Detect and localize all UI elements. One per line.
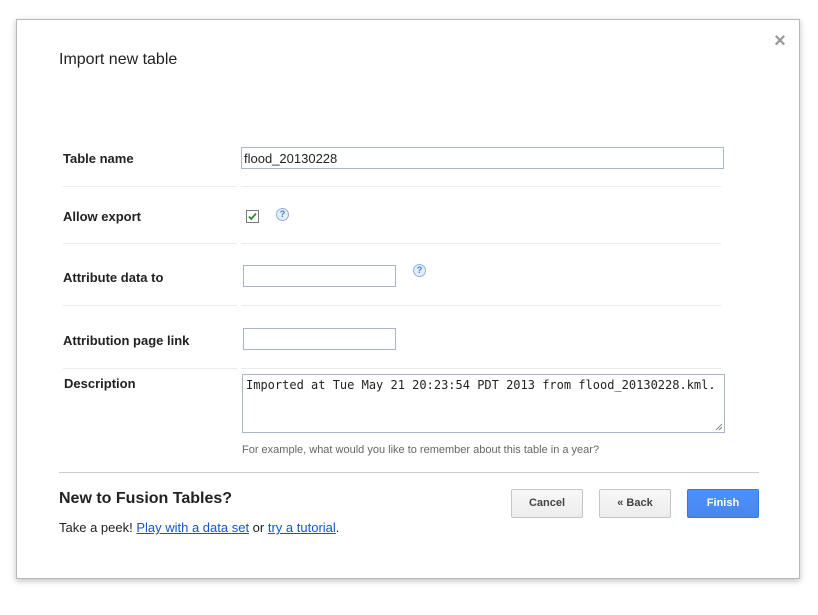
row-divider xyxy=(241,186,721,187)
description-label: Description xyxy=(64,376,136,391)
footer-title: New to Fusion Tables? xyxy=(59,490,233,507)
table-name-label: Table name xyxy=(63,151,134,166)
attribute-data-to-label: Attribute data to xyxy=(63,270,164,285)
row-divider xyxy=(63,305,237,306)
cancel-button[interactable]: Cancel xyxy=(511,489,583,518)
row-divider xyxy=(241,305,721,306)
help-icon[interactable]: ? xyxy=(276,208,289,221)
description-hint: For example, what would you like to reme… xyxy=(242,444,600,456)
attribute-data-to-input[interactable] xyxy=(243,265,396,287)
resize-grip-icon[interactable] xyxy=(715,423,723,431)
allow-export-label: Allow export xyxy=(63,209,142,224)
footer-text-suffix: . xyxy=(335,520,340,535)
row-divider xyxy=(63,186,237,187)
attribution-page-link-input[interactable] xyxy=(243,328,396,350)
footer-text-or: or xyxy=(249,520,268,535)
attribution-page-link-label: Attribution page link xyxy=(63,333,190,348)
row-divider xyxy=(241,243,721,244)
row-divider xyxy=(241,368,721,369)
row-divider xyxy=(63,368,237,369)
finish-button[interactable]: Finish xyxy=(687,489,759,518)
checkmark-icon xyxy=(248,212,257,221)
row-divider xyxy=(63,243,237,244)
footer-divider xyxy=(59,472,759,473)
try-a-tutorial-link[interactable]: try a tutorial xyxy=(268,520,336,535)
allow-export-checkbox[interactable] xyxy=(246,210,259,223)
description-textarea[interactable]: Imported at Tue May 21 20:23:54 PDT 2013… xyxy=(242,374,725,433)
play-with-data-set-link[interactable]: Play with a data set xyxy=(136,520,249,535)
footer-text: Take a peek! Play with a data set or try… xyxy=(59,520,339,535)
footer-text-prefix: Take a peek! xyxy=(59,520,137,535)
dialog-title: Import new table xyxy=(59,51,178,68)
import-table-dialog: Import new table × Table name Allow expo… xyxy=(16,19,800,579)
close-icon[interactable]: × xyxy=(771,31,789,51)
help-icon[interactable]: ? xyxy=(413,264,426,277)
table-name-input[interactable] xyxy=(241,147,724,169)
back-button[interactable]: « Back xyxy=(599,489,671,518)
